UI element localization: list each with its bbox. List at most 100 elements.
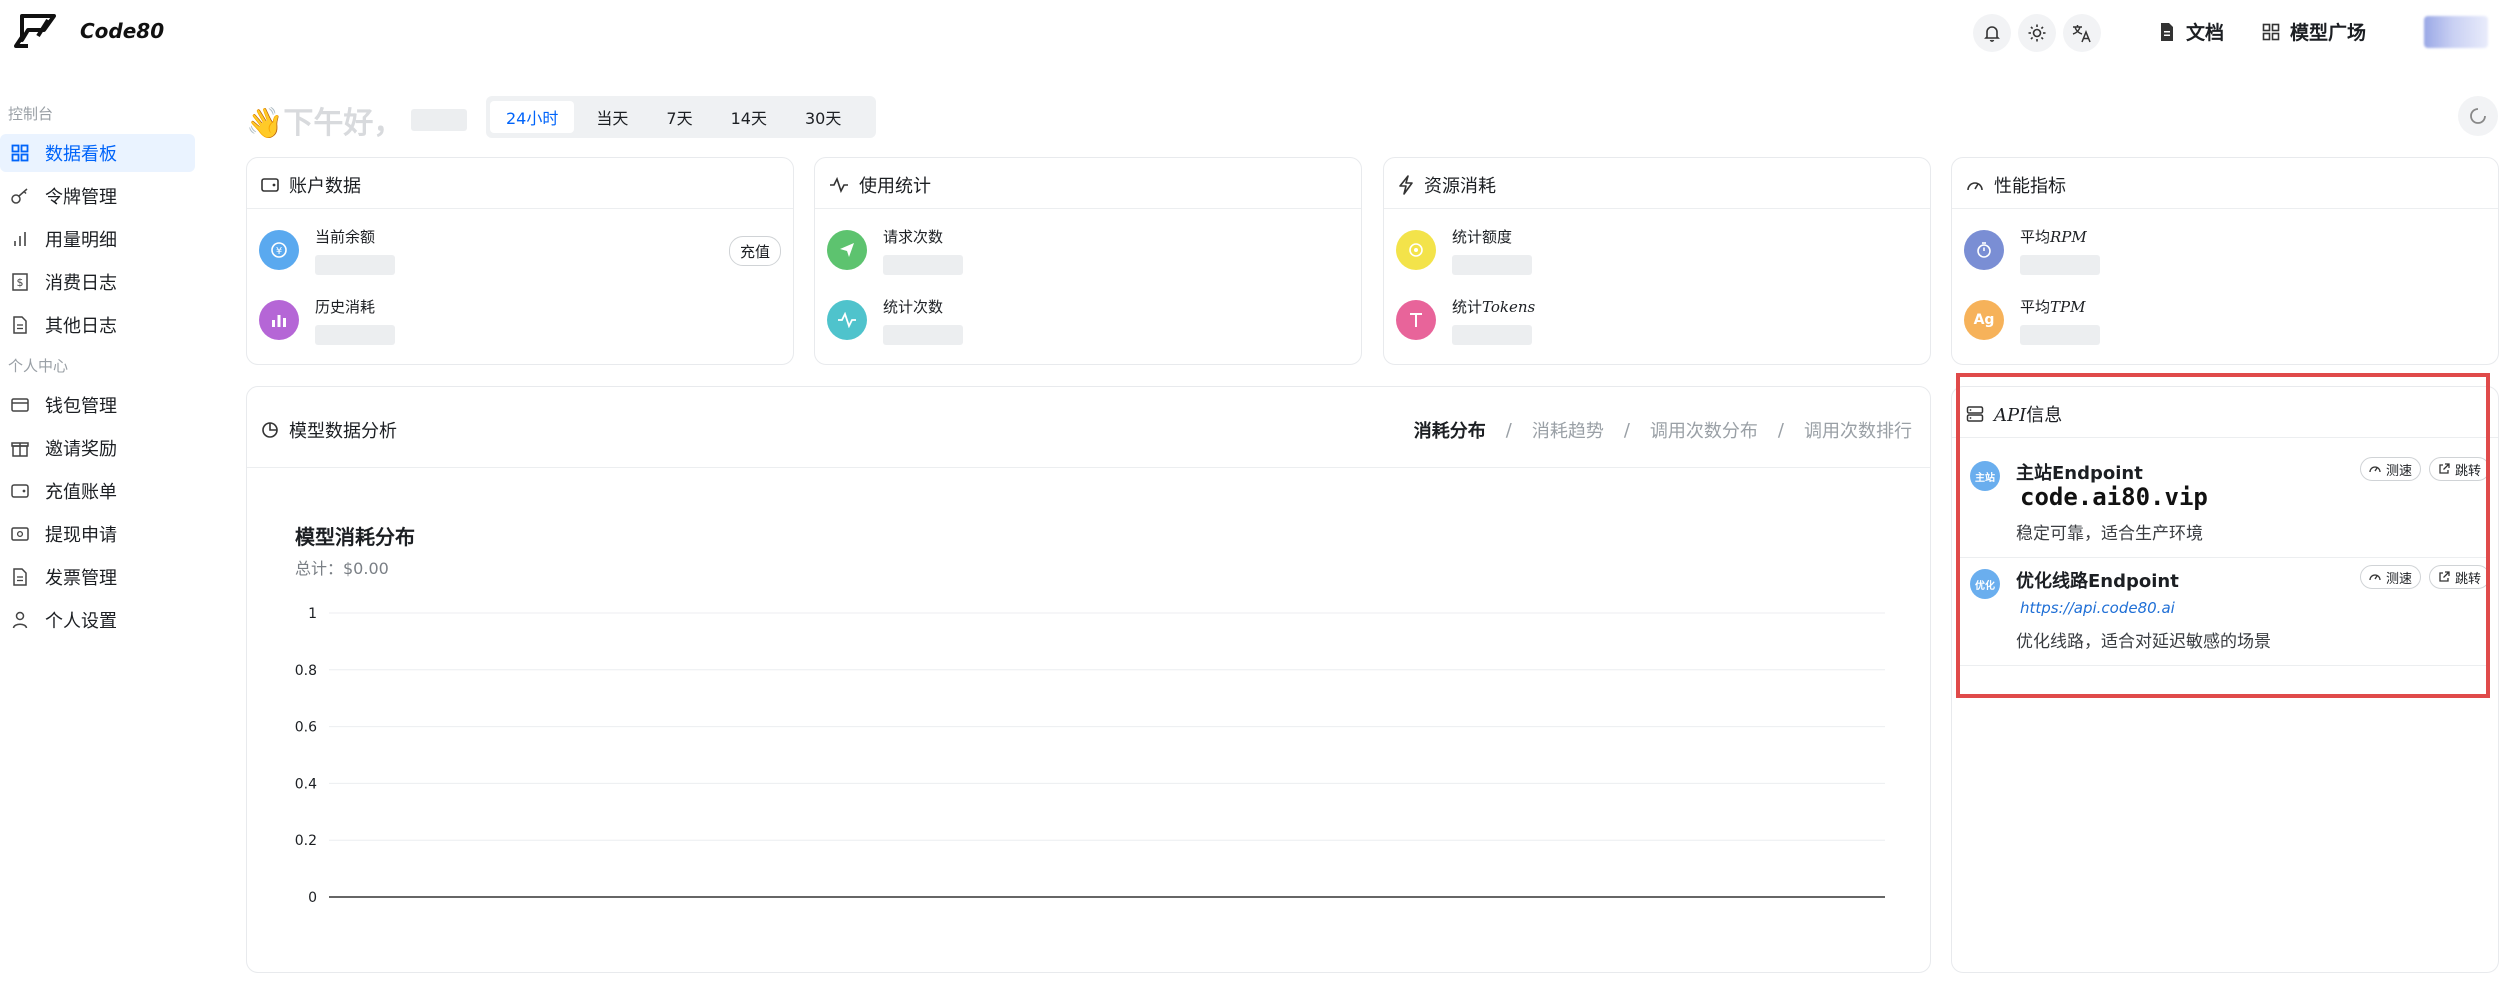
refresh-button[interactable]: [2458, 96, 2498, 136]
stat-rpm: 平均RPM: [1964, 226, 2100, 275]
sidebar-item-dashboard[interactable]: 数据看板: [0, 134, 195, 172]
sidebar-item-recharge-bill[interactable]: 充值账单: [0, 472, 195, 510]
username-blurred: [411, 109, 468, 131]
stat-count: 统计次数: [827, 296, 963, 345]
stat-label: 统计次数: [883, 298, 944, 316]
bar-chart-icon: [259, 300, 299, 340]
sidebar-item-label: 数据看板: [45, 144, 117, 165]
wallet-icon: [10, 481, 30, 501]
y-tick-label: 0.8: [295, 663, 317, 679]
sidebar-item-label: 用量明细: [45, 230, 117, 251]
sidebar-item-label: 令牌管理: [45, 187, 117, 208]
sidebar-item-label: 钱包管理: [45, 396, 117, 417]
cash-icon: [10, 524, 30, 544]
sidebar-item-tokens[interactable]: 令牌管理: [0, 177, 195, 215]
range-tab-7d[interactable]: 7天: [650, 101, 708, 133]
range-tab-24h[interactable]: 24小时: [490, 101, 575, 133]
pulse-icon: [827, 300, 867, 340]
coin-icon: [1396, 230, 1436, 270]
label-prefix: 平均: [2020, 298, 2051, 316]
document-icon: [10, 315, 30, 335]
sidebar-item-wallet[interactable]: 钱包管理: [0, 386, 195, 424]
card-title-text: 性能指标: [1994, 176, 2066, 197]
sidebar-item-label: 发票管理: [45, 568, 117, 589]
loading-icon: [2470, 108, 2486, 124]
svg-text:$: $: [17, 276, 24, 289]
ag-icon: Ag: [1964, 300, 2004, 340]
grid-icon: [2262, 23, 2280, 40]
grid-icon: [10, 143, 30, 163]
stat-label: 请求次数: [883, 228, 944, 246]
user-icon: [10, 610, 30, 630]
greeting-text: 👋下午好，: [246, 106, 404, 141]
document-icon: [2161, 22, 2173, 41]
stat-label: 当前余额: [315, 228, 376, 246]
card-title-text: 账户数据: [289, 176, 361, 197]
y-tick-label: 0.6: [295, 720, 317, 736]
sidebar-item-consume-log[interactable]: $ 消费日志: [0, 263, 195, 301]
docs-label: 文档: [2186, 22, 2225, 44]
stat-history: 历史消耗: [259, 296, 395, 345]
docs-link[interactable]: 文档: [2158, 18, 2224, 45]
y-tick-label: 0: [308, 890, 317, 906]
coin-icon: ¥: [259, 230, 299, 270]
performance-card: 性能指标 平均RPM Ag 平均TPM: [1951, 157, 2499, 365]
highlight-box: [1956, 373, 2490, 698]
range-tab-30d[interactable]: 30天: [789, 101, 857, 133]
model-square-link[interactable]: 模型广场: [2262, 18, 2366, 45]
bell-icon[interactable]: [1973, 14, 2011, 52]
sidebar-item-label: 邀请奖励: [45, 439, 117, 460]
divider: [1384, 208, 1930, 209]
svg-text:¥: ¥: [276, 246, 282, 257]
stat-value-blurred: [1452, 325, 1532, 345]
y-tick-label: 1: [308, 606, 317, 622]
range-tab-14d[interactable]: 14天: [715, 101, 783, 133]
key-icon: [10, 186, 30, 206]
stat-value-blurred: [883, 255, 963, 275]
stat-tokens: 统计Tokens: [1396, 296, 1535, 345]
sidebar-item-settings[interactable]: 个人设置: [0, 601, 195, 639]
wallet-icon: [261, 178, 279, 192]
card-title-text: 资源消耗: [1424, 176, 1496, 197]
gift-icon: [10, 438, 30, 458]
consumption-chart: 0 0.2 0.4 0.6 0.8 1: [295, 606, 1885, 906]
sidebar-item-label: 消费日志: [45, 273, 117, 294]
stopwatch-icon: [1964, 230, 2004, 270]
sidebar-item-withdraw[interactable]: 提现申请: [0, 515, 195, 553]
range-tab-today[interactable]: 当天: [580, 101, 644, 133]
sidebar-item-usage[interactable]: 用量明细: [0, 220, 195, 258]
stat-value-blurred: [883, 325, 963, 345]
stat-label: 历史消耗: [315, 298, 376, 316]
y-tick-label: 0.2: [295, 833, 317, 849]
stat-value-blurred: [2020, 255, 2100, 275]
stat-value-blurred: [2020, 325, 2100, 345]
model-analysis-card: 模型数据分析 消耗分布 / 消耗趋势 / 调用次数分布 / 调用次数排行 模型消…: [246, 386, 1931, 973]
stat-requests: 请求次数: [827, 226, 963, 275]
resource-card: 资源消耗 统计额度 统计Tokens: [1383, 157, 1931, 365]
stat-value-blurred: [315, 325, 395, 345]
account-card: 账户数据 ¥ 当前余额 充值 历史消耗: [246, 157, 794, 365]
label-prefix: 统计: [1452, 298, 1483, 316]
send-icon: [827, 230, 867, 270]
card-icon: [10, 395, 30, 415]
sidebar-item-invoice[interactable]: 发票管理: [0, 558, 195, 596]
recharge-button[interactable]: 充值: [728, 236, 781, 266]
sidebar-item-label: 提现申请: [45, 525, 117, 546]
sidebar-item-other-log[interactable]: 其他日志: [0, 306, 195, 344]
activity-icon: [830, 177, 848, 193]
logo[interactable]: Code80: [8, 10, 164, 52]
stat-label: 平均TPM: [2020, 296, 2100, 317]
app-name: Code80: [80, 19, 165, 43]
sidebar-item-label: 充值账单: [45, 482, 117, 503]
sidebar-item-invite[interactable]: 邀请奖励: [0, 429, 195, 467]
stat-value-blurred: [315, 255, 395, 275]
sidebar: 控制台 数据看板 令牌管理 用量明细 $ 消费日志 其他日志 个人中心 钱包管理…: [0, 64, 225, 990]
sidebar-group-personal: 个人中心: [8, 357, 69, 375]
dollar-receipt-icon: $: [10, 272, 30, 292]
avatar[interactable]: [2424, 16, 2488, 48]
sun-icon[interactable]: [2018, 14, 2056, 52]
translate-icon[interactable]: [2063, 14, 2101, 52]
top-header: Code80 文档 模型广场: [0, 0, 2505, 64]
divider: [1952, 208, 2498, 209]
gauge-icon: [1967, 182, 1983, 191]
